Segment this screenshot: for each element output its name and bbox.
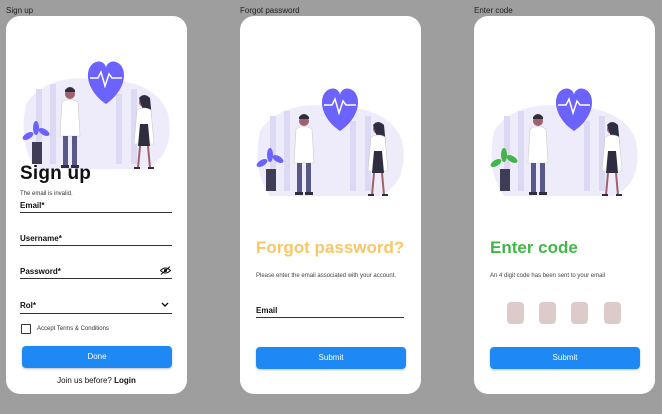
page-title: Sign up xyxy=(20,163,92,184)
frame-label-signup: Sign up xyxy=(6,6,34,15)
code-digit-input-2[interactable] xyxy=(539,302,556,324)
eye-off-icon[interactable] xyxy=(160,266,171,275)
login-prompt: Join us before? Login xyxy=(6,376,187,385)
email-field[interactable] xyxy=(256,317,404,318)
login-prompt-text: Join us before? xyxy=(57,376,112,385)
role-label: Rol* xyxy=(20,301,36,310)
chevron-down-icon[interactable] xyxy=(161,302,169,308)
enter-code-screen: Enter code An 4 digit code has been sent… xyxy=(474,16,655,394)
terms-label: Accept Terms & Conditions xyxy=(37,326,109,332)
page-description: Please enter the email associated with y… xyxy=(256,273,397,279)
code-digit-input-3[interactable] xyxy=(571,302,588,324)
submit-button[interactable]: Submit xyxy=(256,347,406,369)
frame-label-forgot-password: Forgot password xyxy=(240,6,300,15)
password-label: Password* xyxy=(20,267,61,276)
email-field[interactable] xyxy=(20,212,172,213)
code-digit-input-4[interactable] xyxy=(604,302,621,324)
terms-checkbox[interactable] xyxy=(21,324,31,334)
submit-button[interactable]: Submit xyxy=(490,347,640,369)
login-link[interactable]: Login xyxy=(114,376,136,385)
signup-screen: Sign up The email is invalid. Email* Use… xyxy=(6,16,187,394)
page-title: Forgot password? xyxy=(256,238,405,257)
email-label: Email* xyxy=(20,201,45,210)
code-digit-input-1[interactable] xyxy=(507,302,524,324)
doctors-illustration xyxy=(490,88,638,196)
email-error-message: The email is invalid. xyxy=(20,191,73,197)
page-description: An 4 digit code has been sent to your em… xyxy=(490,273,606,279)
done-button[interactable]: Done xyxy=(22,346,172,368)
email-label: Email xyxy=(256,306,278,315)
doctors-illustration xyxy=(256,88,404,196)
username-field[interactable] xyxy=(20,245,172,246)
username-label: Username* xyxy=(20,234,62,243)
frame-label-enter-code: Enter code xyxy=(474,6,513,15)
forgot-password-screen: Forgot password? Please enter the email … xyxy=(240,16,421,394)
password-field[interactable] xyxy=(20,278,172,279)
role-select[interactable] xyxy=(20,313,172,314)
page-title: Enter code xyxy=(490,238,578,257)
